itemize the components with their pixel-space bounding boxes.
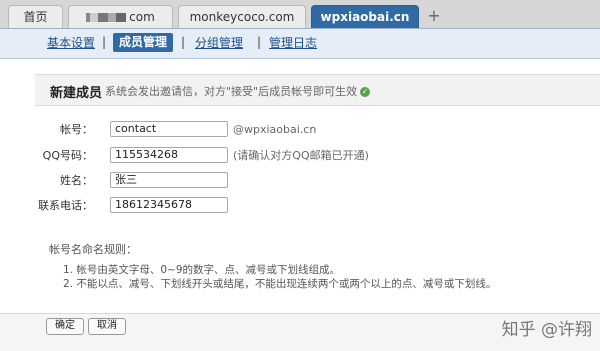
nav-management-log[interactable]: 管理日志	[269, 36, 317, 51]
panel-hint: 系统会发出邀请信，对方"接受"后成员帐号即可生效 ✓	[105, 83, 371, 99]
nav-separator: |	[102, 35, 107, 49]
qq-input[interactable]	[110, 147, 228, 163]
qq-label: QQ号码：	[42, 149, 93, 162]
nav-group-management[interactable]: 分组管理	[195, 36, 243, 51]
nav-member-management[interactable]: 成员管理	[113, 33, 174, 52]
qq-hint: (请确认对方QQ邮箱已开通)	[233, 149, 369, 162]
hint-text: 系统会发出邀请信，对方"接受"后成员帐号即可生效	[105, 85, 358, 98]
new-member-panel: 新建成员 系统会发出邀请信，对方"接受"后成员帐号即可生效 ✓	[35, 74, 600, 106]
tab-blurred-domain[interactable]: com	[68, 5, 173, 28]
nav-basic-settings[interactable]: 基本设置	[47, 36, 95, 51]
naming-rule-item: 1. 帐号由英文字母、0~9的数字、点、减号或下划线组成。	[63, 264, 341, 276]
blurred-text	[86, 13, 127, 22]
account-domain-suffix: @wpxiaobai.cn	[233, 123, 317, 136]
cancel-button[interactable]: 取消	[88, 318, 126, 335]
name-row: 姓名：	[0, 172, 600, 190]
naming-rules-title: 帐号名命名规则：	[49, 243, 137, 256]
naming-rule-item: 2. 不能以点、减号、下划线开头或结尾，不能出现连续两个或两个以上的点、减号或下…	[63, 278, 497, 290]
browser-tab-bar: 首页 com monkeycoco.com wpxiaobai.cn +	[0, 0, 600, 29]
tab-wpxiaobai[interactable]: wpxiaobai.cn	[311, 5, 419, 28]
account-label: 帐号：	[60, 123, 93, 136]
phone-row: 联系电话：	[0, 197, 600, 215]
phone-input[interactable]	[110, 197, 228, 213]
account-row: 帐号： @wpxiaobai.cn	[0, 121, 600, 139]
phone-label: 联系电话：	[38, 199, 93, 212]
nav-separator: |	[257, 35, 262, 49]
check-icon: ✓	[360, 87, 371, 97]
qq-row: QQ号码： (请确认对方QQ邮箱已开通)	[0, 147, 600, 165]
name-input[interactable]	[110, 172, 228, 188]
confirm-button[interactable]: 确定	[46, 318, 84, 335]
account-input[interactable]	[110, 121, 228, 137]
tab-monkeycoco[interactable]: monkeycoco.com	[178, 5, 306, 28]
sub-navigation: 基本设置 | 成员管理 | 分组管理 | 管理日志	[0, 29, 600, 59]
panel-title: 新建成员	[50, 86, 103, 101]
nav-separator: |	[181, 35, 186, 49]
watermark: 知乎 @许翔	[501, 320, 592, 340]
new-tab-icon[interactable]: +	[425, 7, 443, 25]
tab-home[interactable]: 首页	[8, 5, 63, 28]
tab-blurred-label: com	[129, 10, 155, 24]
name-label: 姓名：	[60, 174, 93, 187]
